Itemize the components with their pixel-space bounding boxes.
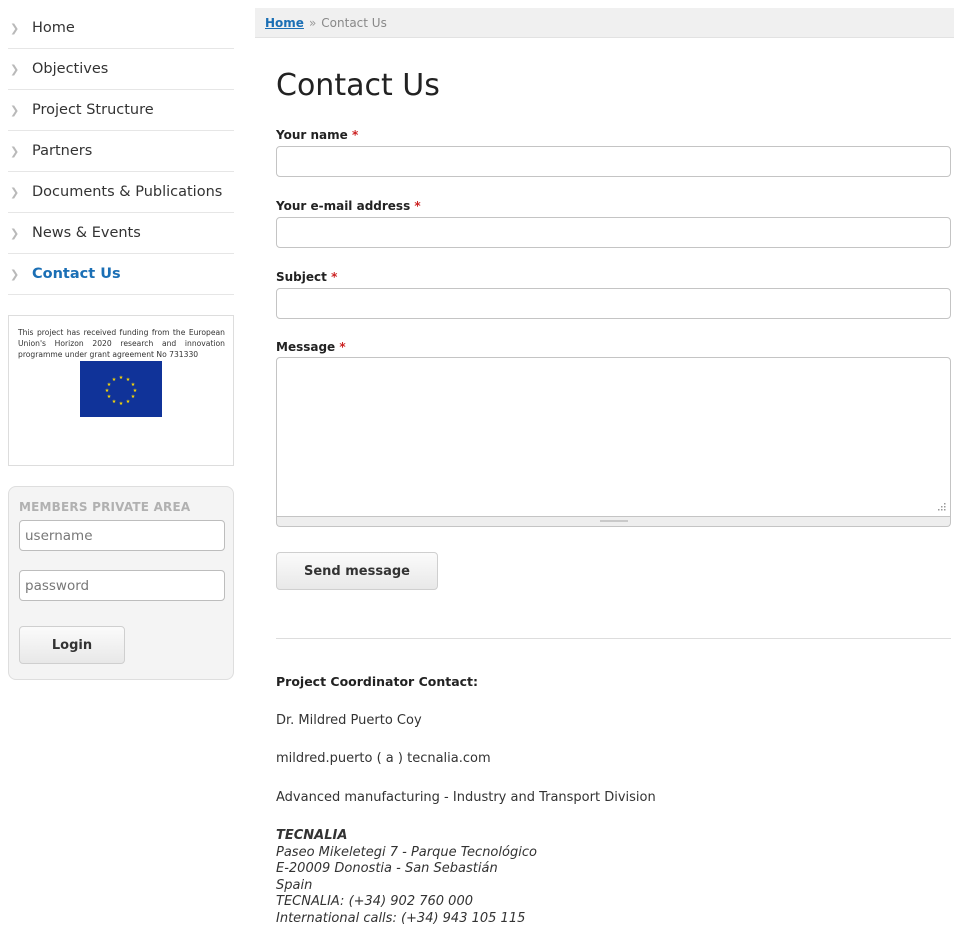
name-label: Your name * (276, 128, 951, 142)
chevron-right-icon: ❯ (10, 144, 20, 158)
sidebar-item-news[interactable]: ❯ News & Events (8, 213, 234, 254)
contact-intl-phone: International calls: (+34) 943 105 115 (276, 910, 526, 926)
email-input[interactable] (276, 217, 951, 248)
sidebar-item-home[interactable]: ❯ Home (8, 8, 234, 49)
sidebar-item-label: Objectives (32, 61, 109, 77)
members-title: MEMBERS PRIVATE AREA (19, 500, 191, 514)
contact-email: mildred.puerto ( a ) tecnalia.com (276, 751, 491, 766)
chevron-right-icon: ❯ (10, 226, 20, 240)
chevron-right-icon: ❯ (10, 62, 20, 76)
eu-flag-icon: ★ ★★ ★★★ ★★★ ★★★ (80, 361, 162, 418)
svg-text:★: ★ (131, 394, 136, 400)
breadcrumb-home-link[interactable]: Home (265, 16, 304, 30)
sidebar-item-label: Partners (32, 143, 93, 159)
members-login-panel: MEMBERS PRIVATE AREA Login (8, 486, 234, 680)
contact-phone: TECNALIA: (+34) 902 760 000 (276, 894, 473, 909)
required-mark: * (351, 128, 359, 142)
sidebar-item-objectives[interactable]: ❯ Objectives (8, 49, 234, 90)
contact-division: Advanced manufacturing - Industry and Tr… (276, 790, 656, 805)
required-mark: * (331, 270, 338, 284)
svg-text:★: ★ (126, 399, 131, 405)
subject-label-text: Subject (276, 270, 327, 284)
form-actions: Send message (276, 552, 951, 590)
contact-info: Project Coordinator Contact: Dr. Mildred… (276, 674, 951, 927)
message-field-group: Message * (276, 340, 951, 527)
chevron-right-icon: ❯ (10, 267, 20, 281)
breadcrumb-separator: » (308, 15, 317, 30)
sidebar-item-project-structure[interactable]: ❯ Project Structure (8, 90, 234, 131)
subject-label: Subject * (276, 270, 951, 284)
svg-text:★: ★ (119, 375, 124, 381)
required-mark: * (339, 340, 346, 354)
grip-lines-icon (600, 520, 628, 522)
funding-notice: This project has received funding from t… (8, 315, 234, 466)
sidebar: ❯ Home ❯ Objectives ❯ Project Structure … (8, 8, 234, 680)
name-field-group: Your name * (276, 128, 951, 177)
password-input[interactable] (19, 570, 225, 601)
address-country: Spain (276, 877, 313, 893)
chevron-right-icon: ❯ (10, 103, 20, 117)
breadcrumb-current: Contact Us (321, 15, 387, 30)
login-button[interactable]: Login (19, 626, 125, 664)
section-divider (276, 638, 951, 639)
svg-text:★: ★ (112, 377, 117, 383)
send-message-button[interactable]: Send message (276, 552, 438, 590)
sidebar-item-partners[interactable]: ❯ Partners (8, 131, 234, 172)
address-line-2: E-20009 Donostia - San Sebastián (276, 861, 498, 876)
textarea-grippie[interactable] (276, 517, 951, 527)
sidebar-item-contact[interactable]: ❯ Contact Us (8, 254, 234, 295)
name-input[interactable] (276, 146, 951, 177)
svg-text:★: ★ (107, 394, 112, 400)
message-textarea[interactable] (276, 357, 951, 517)
sidebar-item-label: Home (32, 20, 75, 36)
svg-text:★: ★ (105, 388, 110, 394)
email-field-group: Your e-mail address * (276, 199, 951, 248)
svg-text:★: ★ (119, 401, 124, 407)
breadcrumb: Home » Contact Us (255, 8, 954, 38)
sidebar-item-documents[interactable]: ❯ Documents & Publications (8, 172, 234, 213)
required-mark: * (414, 199, 421, 213)
page-title: Contact Us (276, 68, 440, 103)
sidebar-nav: ❯ Home ❯ Objectives ❯ Project Structure … (8, 8, 234, 295)
svg-text:★: ★ (112, 399, 117, 405)
username-input[interactable] (19, 520, 225, 551)
chevron-right-icon: ❯ (10, 185, 20, 199)
chevron-right-icon: ❯ (10, 21, 20, 35)
contact-heading: Project Coordinator Contact: (276, 674, 479, 689)
address-line-1: Paseo Mikeletegi 7 - Parque Tecnológico (276, 844, 537, 860)
sidebar-item-label: Project Structure (32, 102, 154, 118)
contact-address: TECNALIA Paseo Mikeletegi 7 - Parque Tec… (276, 828, 951, 927)
main-content: Contact Us Your name * Your e-mail addre… (276, 66, 951, 927)
name-label-text: Your name (276, 128, 348, 142)
sidebar-item-label: Documents & Publications (32, 184, 223, 200)
funding-text: This project has received funding from t… (18, 328, 225, 360)
subject-field-group: Subject * (276, 270, 951, 319)
sidebar-item-label: News & Events (32, 225, 141, 241)
resize-handle-icon[interactable] (936, 502, 946, 512)
subject-input[interactable] (276, 288, 951, 319)
message-label-text: Message (276, 340, 336, 354)
contact-org: TECNALIA (276, 828, 348, 843)
email-label: Your e-mail address * (276, 199, 951, 213)
email-label-text: Your e-mail address (276, 199, 411, 213)
contact-person: Dr. Mildred Puerto Coy (276, 713, 422, 728)
sidebar-item-label: Contact Us (32, 266, 121, 282)
message-label: Message * (276, 340, 951, 354)
